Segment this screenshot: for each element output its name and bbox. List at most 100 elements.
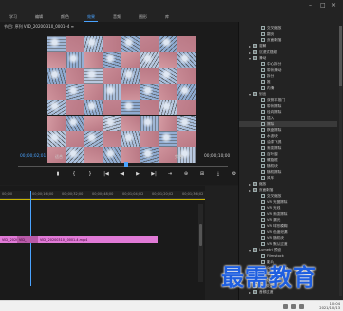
preview-tile: [158, 115, 178, 132]
clock-date: 2021/10/13: [319, 306, 340, 311]
resolution-select[interactable]: 完整: [175, 154, 183, 160]
transition-icon: [261, 158, 265, 163]
effects-tree-label: 带状擦除: [267, 103, 282, 108]
video-preview[interactable]: [47, 36, 196, 163]
transport-button[interactable]: ⊕: [183, 171, 189, 177]
close-icon[interactable]: ×: [331, 2, 336, 9]
preview-tile: [102, 83, 122, 100]
preview-tile: [140, 99, 159, 116]
preview-tile: [121, 83, 140, 100]
effects-tree-label: VR 光圈擦除: [267, 199, 288, 204]
transition-icon: [261, 230, 265, 235]
preview-tile: [84, 99, 103, 116]
preview-tile: [47, 115, 66, 132]
preview-tile: [158, 83, 178, 100]
transport-button[interactable]: ⇥: [167, 171, 173, 177]
timeline-clip[interactable]: VID_20200310_0001.mp4: [0, 236, 17, 243]
preview-tile: [121, 67, 140, 84]
folder-icon: [253, 248, 257, 253]
workspace-tab[interactable]: 音频: [110, 13, 124, 22]
maximize-icon[interactable]: □: [320, 2, 326, 9]
preview-tile: [102, 99, 122, 116]
preview-tile: [47, 83, 66, 100]
workspace-tab[interactable]: 库: [162, 13, 172, 22]
preview-tile: [177, 115, 196, 132]
transition-icon: [261, 218, 265, 223]
effects-tree-label: 风车: [267, 175, 275, 180]
current-timecode[interactable]: 00;00;02;01: [20, 154, 46, 159]
effects-tree-label: Lumetri 预设: [259, 247, 282, 252]
preview-tile: [177, 99, 196, 116]
premiere-window: 学习 编辑 颜色 效果 音频 图形 库 – □ × 节目: 序列 VID_20200310_…: [0, 0, 343, 300]
transport-button[interactable]: ⚙: [231, 171, 237, 177]
transition-icon: [261, 176, 265, 181]
transport-button[interactable]: |◀: [103, 171, 109, 177]
workspace-tab[interactable]: 效果: [84, 13, 98, 22]
monitor-scrubber[interactable]: [18, 162, 228, 167]
transport-button[interactable]: }: [87, 171, 93, 177]
minimize-icon[interactable]: –: [309, 2, 312, 9]
effects-tree-label: 缩放: [259, 181, 267, 186]
ruler-label: 00;00;32;00: [62, 192, 84, 196]
effects-tree-label: 拆分: [267, 73, 275, 78]
preview-tile: [47, 51, 66, 68]
ruler-label: 00;00;48;00: [92, 192, 114, 196]
timeline-clip[interactable]: VID_20200310_0001-4.mp4: [38, 236, 158, 243]
program-monitor: 节目: 序列 VID_20200310_0001-4 ≡ 00;00;02;01…: [0, 22, 238, 185]
fit-select[interactable]: 适合: [55, 154, 63, 160]
timeline-scrollbar[interactable]: [198, 204, 203, 282]
preview-tile: [121, 51, 140, 68]
effects-tree-label: 划出: [259, 91, 267, 96]
preview-tile: [102, 36, 122, 52]
preview-tile: [121, 36, 140, 52]
preview-tile: [84, 115, 103, 132]
transition-icon: [261, 80, 265, 85]
effects-tree-label: 中心拆分: [267, 61, 282, 66]
workspace-tab[interactable]: 颜色: [58, 13, 72, 22]
transport-button[interactable]: ▶|: [151, 171, 157, 177]
effects-tree-label: VR 渐变擦除: [267, 211, 288, 216]
clip-label: VID_20200310_0001-4.mp4: [40, 237, 88, 242]
timeline-clip[interactable]: VID_: [17, 236, 38, 243]
workspace-tab[interactable]: 图形: [136, 13, 150, 22]
clip-label: VID_20200310_0001.mp4: [2, 237, 17, 242]
playhead-icon[interactable]: [124, 162, 128, 167]
effects-tree-label: 交叉缩放: [267, 25, 282, 30]
transport-button[interactable]: ▶: [135, 171, 141, 177]
volume-icon[interactable]: [291, 304, 296, 309]
folder-icon: [253, 50, 257, 55]
watermark-logo: 最需教育: [221, 264, 317, 291]
workspace-tab[interactable]: 学习: [6, 13, 20, 22]
transition-icon: [261, 224, 265, 229]
preview-tile: [121, 147, 140, 163]
transition-icon: [261, 98, 265, 103]
workspace-tab[interactable]: 编辑: [32, 13, 46, 22]
preview-tile: [47, 36, 66, 52]
transition-icon: [261, 140, 265, 145]
ime-icon[interactable]: [299, 304, 304, 309]
preview-tile: [84, 147, 103, 163]
preview-tile: [102, 51, 122, 68]
effects-tree-label: 沉浸式视频: [259, 49, 277, 54]
effects-tree-label: 滑动: [259, 55, 267, 60]
transport-button[interactable]: ⤓: [215, 171, 221, 177]
transport-button[interactable]: {: [71, 171, 77, 177]
transport-button[interactable]: ▮: [55, 171, 61, 177]
transition-icon: [261, 200, 265, 205]
effects-tree-label: 渐变擦除: [267, 145, 282, 150]
transition-icon: [261, 236, 265, 241]
taskbar-clock[interactable]: 10:04 2021/10/13: [319, 302, 340, 311]
preview-tile: [140, 115, 159, 132]
transition-icon: [261, 110, 265, 115]
network-icon[interactable]: [283, 304, 288, 309]
transition-icon: [261, 194, 265, 199]
folder-icon: [253, 188, 257, 193]
transport-button[interactable]: ◀: [119, 171, 125, 177]
effects-tree-label: VR 默认过渡: [267, 241, 288, 246]
preview-tile: [177, 36, 196, 52]
preview-tile: [140, 51, 159, 68]
effects-tree-label: 随机块: [267, 163, 278, 168]
transport-button[interactable]: ⊞: [199, 171, 205, 177]
effects-tree-label: 溶解: [259, 43, 267, 48]
effects-scrollbar[interactable]: [339, 26, 342, 296]
